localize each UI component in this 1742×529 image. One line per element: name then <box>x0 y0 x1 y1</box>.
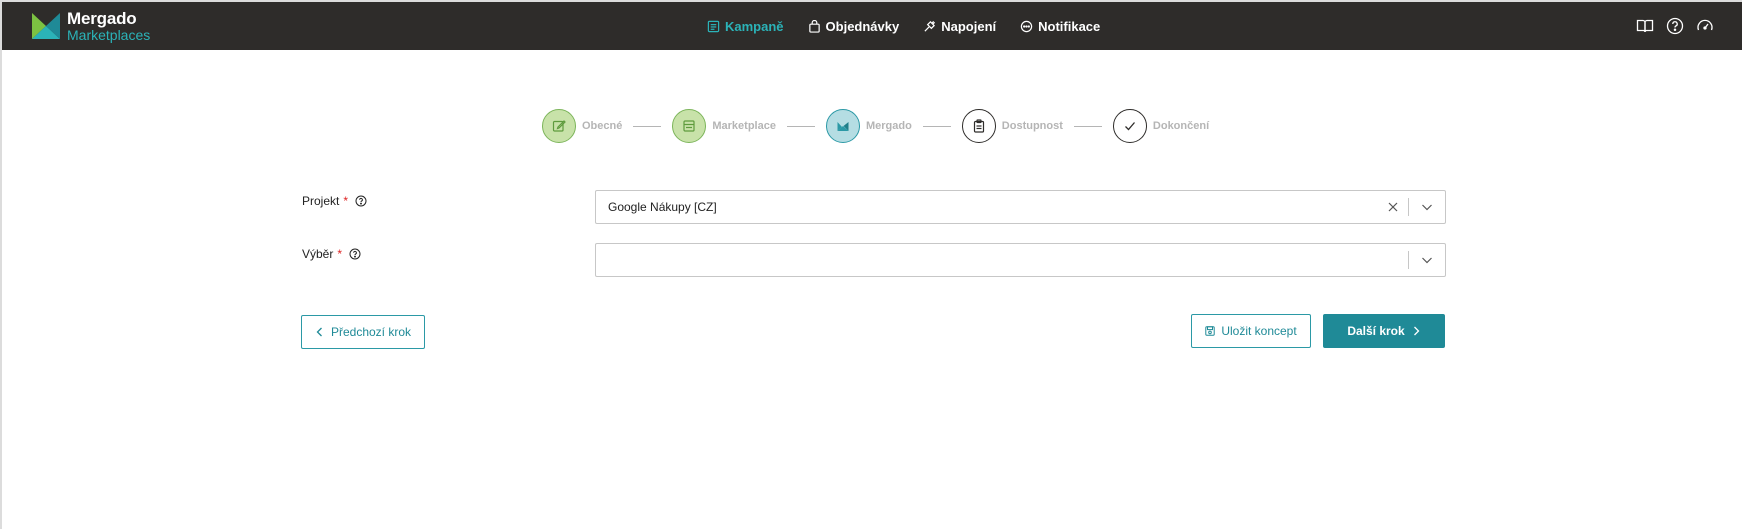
step-marketplace[interactable]: Marketplace <box>672 109 776 143</box>
help-icon[interactable] <box>1666 17 1684 35</box>
chevron-right-icon <box>1413 326 1420 336</box>
project-select[interactable]: Google Nákupy [CZ] <box>595 190 1446 224</box>
project-label: Projekt * <box>302 194 367 208</box>
top-bar: Mergado Marketplaces Kampaně Objednávky <box>2 2 1742 50</box>
nav-item-label: Kampaně <box>725 18 784 34</box>
step-mergado[interactable]: Mergado <box>825 109 912 143</box>
step-circle <box>825 109 860 143</box>
step-label: Marketplace <box>712 120 776 132</box>
required-mark: * <box>343 194 349 208</box>
nav-item-label: Notifikace <box>1038 18 1101 34</box>
check-icon <box>1124 122 1135 131</box>
step-label: Mergado <box>865 120 912 132</box>
step-label: Obecné <box>582 120 623 132</box>
dashboard-icon[interactable] <box>1696 17 1714 35</box>
step-dostupnost[interactable]: Dostupnost <box>961 109 1063 143</box>
main-nav: Kampaně Objednávky Napojení Notifikace <box>707 2 1100 50</box>
nav-item-kampane[interactable]: Kampaně <box>707 19 784 34</box>
top-right-icons <box>1636 2 1714 50</box>
project-row: Projekt * Google Nákupy [CZ] <box>302 190 1446 224</box>
app-subtitle: Marketplaces <box>67 27 151 43</box>
selection-row: Výběr * <box>302 243 1446 277</box>
step-connector <box>1073 125 1102 127</box>
bag-icon <box>808 19 820 33</box>
edit-icon <box>552 120 566 132</box>
next-step-button[interactable]: Další krok <box>1323 314 1445 348</box>
nav-item-label: Napojení <box>941 18 997 34</box>
store-icon <box>683 120 695 132</box>
step-circle <box>961 109 996 143</box>
nav-item-notifikace[interactable]: Notifikace <box>1020 19 1100 34</box>
step-circle <box>672 109 707 143</box>
mergado-icon <box>837 122 849 131</box>
previous-step-button[interactable]: Předchozí krok <box>301 315 425 349</box>
step-connector <box>786 125 815 127</box>
plug-icon <box>924 20 936 32</box>
step-label: Dokončení <box>1152 120 1210 132</box>
step-dokonceni[interactable]: Dokončení <box>1112 109 1210 143</box>
chevron-down-icon[interactable] <box>1409 243 1445 277</box>
help-icon[interactable] <box>355 195 367 207</box>
selection-label: Výběr * <box>302 247 361 261</box>
chevron-left-icon <box>316 327 322 337</box>
save-draft-label: Uložit koncept <box>1221 324 1297 338</box>
page: Mergado Marketplaces Kampaně Objednávky <box>0 0 1742 529</box>
clear-icon[interactable] <box>1378 190 1408 224</box>
save-draft-button[interactable]: Uložit koncept <box>1191 314 1311 348</box>
step-circle <box>542 109 576 143</box>
project-select-value: Google Nákupy [CZ] <box>608 200 717 214</box>
wizard-stepper: Obecné Marketplace Mergado Dostupnost Do… <box>542 109 1209 143</box>
step-obecne[interactable]: Obecné <box>542 109 622 143</box>
next-step-label: Další krok <box>1347 324 1405 338</box>
step-label: Dostupnost <box>1001 120 1063 132</box>
nav-item-label: Objednávky <box>825 18 900 34</box>
save-icon <box>1205 326 1216 336</box>
list-icon <box>707 20 720 32</box>
help-icon[interactable] <box>349 248 361 260</box>
chat-icon <box>1020 20 1033 32</box>
logo[interactable]: Mergado Marketplaces <box>32 10 150 42</box>
previous-step-label: Předchozí krok <box>330 325 412 339</box>
book-icon[interactable] <box>1636 17 1654 35</box>
required-mark: * <box>337 247 343 261</box>
step-connector <box>633 125 662 127</box>
step-connector <box>922 125 951 127</box>
chevron-down-icon[interactable] <box>1409 190 1445 224</box>
clipboard-icon <box>973 119 984 133</box>
selection-select[interactable] <box>595 243 1446 277</box>
project-label-text: Projekt <box>302 194 340 208</box>
mergado-logo-icon <box>32 13 60 39</box>
nav-item-napojeni[interactable]: Napojení <box>923 19 996 34</box>
step-circle <box>1112 109 1147 143</box>
app-name: Mergado <box>67 9 137 28</box>
nav-item-objednavky[interactable]: Objednávky <box>808 18 900 34</box>
selection-label-text: Výběr <box>302 247 334 261</box>
